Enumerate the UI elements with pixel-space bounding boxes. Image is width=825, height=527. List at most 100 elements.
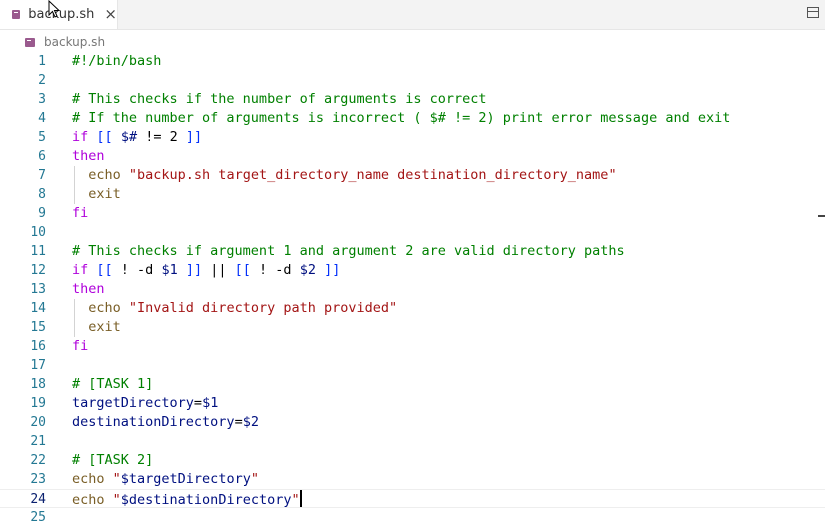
line-number: 25 — [30, 510, 46, 525]
code-text: echo "Invalid directory path provided" — [72, 299, 397, 318]
code-line[interactable]: 5 if [[ $# != 2 ]] — [0, 128, 825, 147]
code-line[interactable]: 3 # This checks if the number of argument… — [0, 90, 825, 109]
code-text: echo "$targetDirectory" — [72, 470, 259, 489]
code-token: # [TASK 2] — [72, 452, 154, 468]
code-token: [[ — [96, 129, 113, 145]
code-token: #!/bin/bash — [72, 53, 162, 69]
code-line[interactable]: 2 — [0, 71, 825, 90]
code-token: ]] — [324, 262, 341, 278]
code-line[interactable]: 18 # [TASK 1] — [0, 375, 825, 394]
code-token: ]] — [185, 262, 203, 278]
code-text: echo "$destinationDirectory" — [72, 490, 302, 510]
code-line[interactable]: 13 then — [0, 280, 825, 299]
code-token: " — [250, 471, 259, 487]
line-number: 19 — [30, 396, 46, 411]
code-text: fi — [72, 204, 88, 223]
line-number: 16 — [30, 339, 46, 354]
line-number: 4 — [38, 111, 46, 126]
code-token: = — [193, 395, 203, 411]
code-line[interactable]: 17 — [0, 356, 825, 375]
code-line[interactable]: 23 echo "$targetDirectory" — [0, 470, 825, 489]
code-text: exit — [72, 318, 121, 337]
code-line[interactable]: 6 then — [0, 147, 825, 166]
line-number: 3 — [38, 92, 46, 107]
line-number: 8 — [38, 187, 46, 202]
tab-bar: backup.sh × — [0, 0, 825, 30]
code-token: then — [72, 281, 105, 297]
code-token: if — [72, 129, 89, 145]
code-text: if [[ $# != 2 ]] — [72, 128, 202, 147]
code-line[interactable]: 22 # [TASK 2] — [0, 451, 825, 470]
code-line[interactable]: 11 # This checks if argument 1 and argume… — [0, 242, 825, 261]
code-token: echo — [72, 471, 113, 487]
code-line[interactable]: 14 echo "Invalid directory path provided… — [0, 299, 825, 318]
line-number: 6 — [38, 149, 46, 164]
line-number: 9 — [38, 206, 46, 221]
line-number: 11 — [30, 244, 46, 259]
code-token: # This checks if argument 1 and argument… — [72, 243, 625, 259]
code-line[interactable]: 25 — [0, 508, 825, 527]
line-number: 7 — [38, 168, 46, 183]
code-text: then — [72, 280, 105, 299]
code-line[interactable]: 12 if [[ ! -d $1 ]] || [[ ! -d $2 ]] — [0, 261, 825, 280]
code-line[interactable]: 1 #!/bin/bash — [0, 52, 825, 71]
code-line[interactable]: 15 exit — [0, 318, 825, 337]
line-number: 2 — [38, 73, 46, 88]
shell-file-icon — [25, 37, 35, 47]
code-text: then — [72, 147, 105, 166]
line-number: 14 — [30, 301, 46, 316]
code-token: if — [72, 262, 89, 278]
code-token: destinationDirectory — [72, 414, 235, 430]
line-number: 20 — [30, 415, 46, 430]
breadcrumb[interactable]: backup.sh — [25, 33, 105, 51]
code-line[interactable]: 9 fi — [0, 204, 825, 223]
code-token: = — [234, 414, 243, 430]
tab-label: backup.sh — [28, 7, 95, 22]
code-token: # If the number of arguments is incorrec… — [72, 110, 731, 126]
code-line[interactable]: 21 — [0, 432, 825, 451]
line-number: 10 — [30, 225, 46, 240]
code-text: #!/bin/bash — [72, 52, 161, 71]
code-editor[interactable]: 1 #!/bin/bash 2 3 # This checks if the numbe… — [0, 52, 825, 526]
code-token: # [TASK 1] — [72, 376, 154, 392]
code-token: " — [112, 492, 121, 508]
code-token: exit — [72, 319, 121, 335]
code-line[interactable]: 8 exit — [0, 185, 825, 204]
line-number: 21 — [30, 434, 46, 449]
code-text: # [TASK 2] — [72, 451, 153, 470]
code-line[interactable]: 20 destinationDirectory=$2 — [0, 413, 825, 432]
code-token: fi — [72, 338, 89, 354]
code-line[interactable]: 4 # If the number of arguments is incorre… — [0, 109, 825, 128]
line-number: 22 — [30, 453, 46, 468]
code-text: destinationDirectory=$2 — [72, 413, 259, 432]
breadcrumb-label: backup.sh — [44, 35, 106, 49]
code-text: # This checks if argument 1 and argument… — [72, 242, 625, 261]
line-number: 13 — [30, 282, 46, 297]
code-token: targetDirectory — [72, 395, 194, 411]
code-line[interactable]: 19 targetDirectory=$1 — [0, 394, 825, 413]
code-token: " — [291, 492, 300, 508]
code-token: ! -d — [250, 262, 300, 278]
code-token: " — [112, 471, 121, 487]
code-line[interactable]: 10 — [0, 223, 825, 242]
line-number: 15 — [30, 320, 46, 335]
code-token: "backup.sh target_directory_name destina… — [128, 167, 617, 183]
code-token: != 2 — [137, 129, 186, 145]
line-number: 5 — [38, 130, 46, 145]
code-token: || — [202, 262, 235, 278]
code-token: echo — [72, 492, 113, 508]
code-text: if [[ ! -d $1 ]] || [[ ! -d $2 ]] — [72, 261, 340, 280]
split-editor-icon[interactable] — [807, 7, 819, 18]
code-token: then — [72, 148, 105, 164]
shell-file-icon — [12, 10, 21, 19]
code-line[interactable]: 16 fi — [0, 337, 825, 356]
code-text: # If the number of arguments is incorrec… — [72, 109, 730, 128]
code-token: [[ — [234, 262, 251, 278]
code-text: # This checks if the number of arguments… — [72, 90, 487, 109]
code-line[interactable]: 24 echo "$destinationDirectory" — [0, 489, 825, 508]
close-icon[interactable]: × — [104, 7, 117, 22]
code-token: $2 — [242, 414, 259, 430]
code-token: "Invalid directory path provided" — [128, 300, 398, 316]
code-line[interactable]: 7 echo "backup.sh target_directory_name … — [0, 166, 825, 185]
